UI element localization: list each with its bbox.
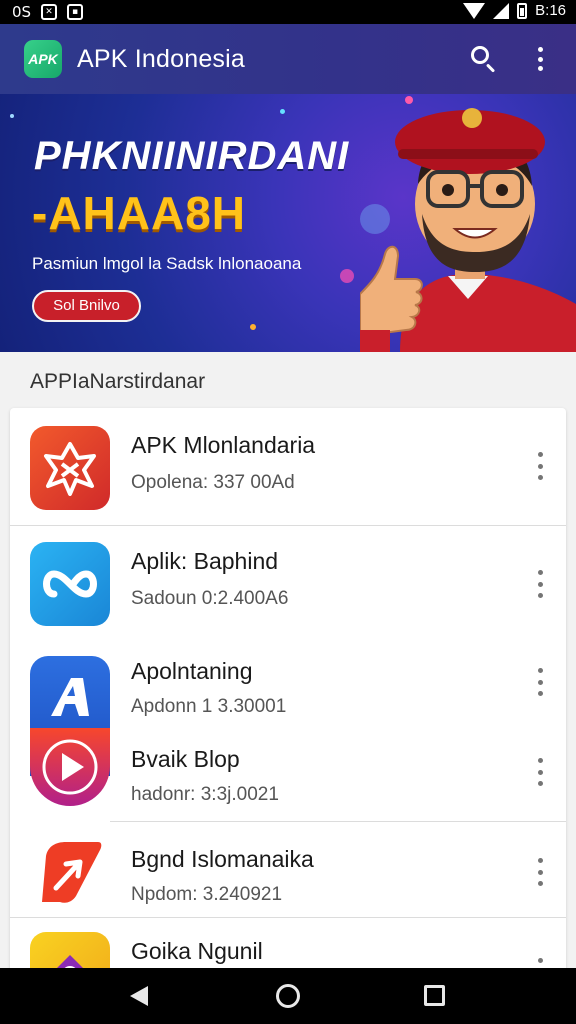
- more-vert-icon[interactable]: [530, 44, 550, 74]
- star-knot-icon: [30, 426, 110, 510]
- play-icon: [30, 728, 110, 806]
- app-title: Bvaik Blop: [131, 746, 240, 772]
- list-item[interactable]: Goika Ngunil: [10, 918, 566, 968]
- app-title: Aplik: Baphind: [131, 548, 279, 574]
- status-time: B:16: [535, 2, 566, 19]
- app-title: Goika Ngunil: [131, 938, 263, 964]
- app-subtitle: hadonr: 3:3j.0021: [131, 784, 279, 805]
- list-item[interactable]: APK Mlonlandaria Opolena: 337 00Ad: [10, 408, 566, 526]
- navigation-bar: [0, 968, 576, 1024]
- banner-cta-button[interactable]: Sol Bnilvo: [32, 290, 141, 322]
- section-title: APPIaNarstirdanar: [30, 370, 206, 393]
- more-vert-icon[interactable]: [535, 570, 545, 598]
- more-vert-icon[interactable]: [535, 958, 545, 968]
- infinity-icon: [30, 542, 110, 626]
- more-vert-icon[interactable]: [535, 758, 545, 786]
- app-subtitle: Sadoun 0:2.400A6: [131, 588, 289, 609]
- list-item[interactable]: Aplik: Baphind Sadoun 0:2.400A6: [10, 526, 566, 644]
- list-item[interactable]: Bvaik Blop hadonr: 3:3j.0021: [10, 728, 566, 822]
- home-icon[interactable]: [276, 984, 300, 1008]
- photo-icon: ▪: [67, 4, 84, 20]
- status-bar: 0S ✕ ▪ B:16: [0, 0, 576, 24]
- signal-icon: [493, 2, 510, 19]
- gem-icon: [30, 932, 110, 968]
- recents-icon[interactable]: [424, 985, 445, 1006]
- app-title: Bgnd Islomanaika: [131, 846, 314, 872]
- banner-subtitle: Pasmiun lmgol la Sadsk lnlonaoana: [32, 254, 302, 273]
- leaf-icon: [36, 836, 106, 906]
- more-vert-icon[interactable]: [535, 452, 545, 480]
- more-vert-icon[interactable]: [535, 858, 545, 886]
- app-subtitle: Apdonn 1 3.30001: [131, 696, 287, 717]
- list-item[interactable]: Bgnd Islomanaika Npdom: 3.240921: [10, 822, 566, 918]
- battery-icon: [517, 2, 528, 19]
- app-subtitle: Npdom: 3.240921: [131, 884, 283, 905]
- alarm-icon: ✕: [41, 4, 58, 20]
- more-vert-icon[interactable]: [535, 668, 545, 696]
- status-left-text: 0S: [12, 3, 32, 21]
- wifi-icon: [463, 2, 486, 19]
- app-bar: APK APK Indonesia: [0, 24, 576, 94]
- app-subtitle: Opolena: 337 00Ad: [131, 472, 295, 493]
- app-title: Apolntaning: [131, 658, 253, 684]
- banner-headline: PHKNIINIRDANI: [34, 134, 350, 178]
- app-title: APK Mlonlandaria: [131, 432, 316, 458]
- search-icon[interactable]: [468, 44, 498, 74]
- app-list-section: APPIaNarstirdanar APK Mlonlandaria Opole…: [0, 352, 576, 968]
- banner-subheadline: -AHAA8H: [32, 187, 246, 239]
- mascot-illustration: [360, 108, 576, 352]
- promo-banner[interactable]: PHKNIINIRDANI -AHAA8H Pasmiun lmgol la S…: [0, 94, 576, 352]
- app-list-card: APK Mlonlandaria Opolena: 337 00Ad Aplik…: [10, 408, 566, 968]
- back-icon[interactable]: [130, 986, 148, 1006]
- app-logo: APK: [24, 40, 62, 78]
- app-title: APK Indonesia: [77, 45, 245, 73]
